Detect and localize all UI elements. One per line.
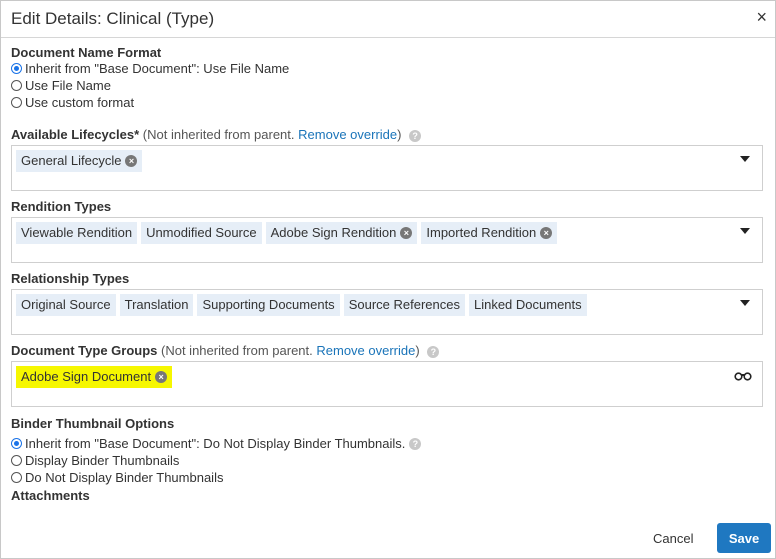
save-button[interactable]: Save xyxy=(717,523,771,553)
radio-label: Use custom format xyxy=(25,95,135,110)
rendition-types-label: Rendition Types xyxy=(11,199,112,214)
selected-chip: Unmodified Source xyxy=(141,222,262,244)
remove-override-link[interactable]: Remove override xyxy=(316,343,415,358)
remove-chip-icon[interactable]: × xyxy=(155,371,168,383)
selected-chip: Imported Rendition × xyxy=(421,222,558,244)
remove-chip-icon[interactable]: × xyxy=(540,227,553,239)
radio-option-use-file-name[interactable]: Use File Name xyxy=(11,77,765,94)
radio-option-inherit-file-name[interactable]: Inherit from "Base Document": Use File N… xyxy=(11,60,765,77)
chip-label: Adobe Sign Rendition xyxy=(270,225,397,240)
cancel-button[interactable]: Cancel xyxy=(653,531,693,546)
chip-label: Imported Rendition xyxy=(426,225,537,240)
chip-label: Linked Documents xyxy=(473,297,582,312)
radio-button[interactable] xyxy=(11,472,22,483)
help-icon[interactable]: ? xyxy=(409,129,422,142)
relationship-types-select[interactable]: Original Source Translation Supporting D… xyxy=(11,289,763,335)
selected-chip: Source References xyxy=(343,294,465,316)
override-note: (Not inherited from parent. xyxy=(161,343,313,358)
radio-button-checked[interactable] xyxy=(11,63,22,74)
dropdown-caret-icon[interactable] xyxy=(740,228,750,234)
radio-option-do-not-display-binder[interactable]: Do Not Display Binder Thumbnails xyxy=(11,469,765,486)
edit-details-dialog: Edit Details: Clinical (Type) × Document… xyxy=(0,0,776,559)
radio-button[interactable] xyxy=(11,80,22,91)
radio-label: Do Not Display Binder Thumbnails xyxy=(25,470,224,485)
document-name-format-section: Document Name Format Inherit from "Base … xyxy=(11,45,765,111)
document-name-format-label: Document Name Format xyxy=(11,45,162,60)
document-type-groups-label: Document Type Groups xyxy=(11,343,158,358)
available-lifecycles-header: Available Lifecycles* (Not inherited fro… xyxy=(11,127,765,142)
available-lifecycles-label: Available Lifecycles* xyxy=(11,127,140,142)
override-note-close: ) xyxy=(415,343,420,358)
chip-label: Supporting Documents xyxy=(202,297,335,312)
chip-label: Viewable Rendition xyxy=(21,225,133,240)
chip-label: General Lifecycle xyxy=(21,153,122,168)
selected-chip: General Lifecycle × xyxy=(16,150,143,172)
close-icon[interactable]: × xyxy=(756,7,767,28)
chip-label: Original Source xyxy=(21,297,111,312)
selected-chip: Adobe Sign Document × xyxy=(16,366,173,388)
rendition-types-select[interactable]: Viewable Rendition Unmodified Source Ado… xyxy=(11,217,763,263)
document-type-groups-select[interactable]: Adobe Sign Document × xyxy=(11,361,763,407)
radio-label: Use File Name xyxy=(25,78,111,93)
chip-label: Unmodified Source xyxy=(146,225,257,240)
radio-option-display-binder[interactable]: Display Binder Thumbnails xyxy=(11,452,765,469)
override-note: (Not inherited from parent. xyxy=(142,127,295,142)
radio-label: Inherit from "Base Document": Do Not Dis… xyxy=(25,436,406,451)
selected-chip: Adobe Sign Rendition × xyxy=(265,222,418,244)
selected-chip: Translation xyxy=(119,294,194,316)
relationship-types-header: Relationship Types xyxy=(11,271,765,286)
remove-chip-icon[interactable]: × xyxy=(125,155,138,167)
available-lifecycles-select[interactable]: General Lifecycle × xyxy=(11,145,763,191)
chip-label: Adobe Sign Document xyxy=(21,369,152,384)
help-icon[interactable]: ? xyxy=(409,437,422,450)
selected-chip: Viewable Rendition xyxy=(16,222,138,244)
selected-chip: Original Source xyxy=(16,294,116,316)
document-type-groups-header: Document Type Groups (Not inherited from… xyxy=(11,343,765,358)
selected-chip: Linked Documents xyxy=(468,294,587,316)
radio-label: Inherit from "Base Document": Use File N… xyxy=(25,61,290,76)
dialog-header: Edit Details: Clinical (Type) × xyxy=(1,1,775,38)
help-icon[interactable]: ? xyxy=(427,345,440,358)
remove-override-link[interactable]: Remove override xyxy=(298,127,397,142)
rendition-types-header: Rendition Types xyxy=(11,199,765,214)
selected-chip: Supporting Documents xyxy=(197,294,340,316)
radio-label: Display Binder Thumbnails xyxy=(25,453,180,468)
override-note-close: ) xyxy=(397,127,402,142)
chip-label: Translation xyxy=(124,297,189,312)
chip-label: Source References xyxy=(348,297,460,312)
binder-thumbnail-options-label: Binder Thumbnail Options xyxy=(11,416,175,431)
binder-thumbnail-options-section: Binder Thumbnail Options Inherit from "B… xyxy=(11,416,765,503)
dialog-title: Edit Details: Clinical (Type) xyxy=(11,9,215,28)
dropdown-caret-icon[interactable] xyxy=(740,300,750,306)
radio-button-checked[interactable] xyxy=(11,438,22,449)
radio-button[interactable] xyxy=(11,97,22,108)
relationship-types-label: Relationship Types xyxy=(11,271,130,286)
attachments-label: Attachments xyxy=(11,488,90,503)
binoculars-icon[interactable] xyxy=(734,370,752,384)
radio-option-custom-format[interactable]: Use custom format xyxy=(11,94,765,111)
remove-chip-icon[interactable]: × xyxy=(400,227,413,239)
radio-button[interactable] xyxy=(11,455,22,466)
radio-option-inherit-binder[interactable]: Inherit from "Base Document": Do Not Dis… xyxy=(11,435,765,452)
dropdown-caret-icon[interactable] xyxy=(740,156,750,162)
